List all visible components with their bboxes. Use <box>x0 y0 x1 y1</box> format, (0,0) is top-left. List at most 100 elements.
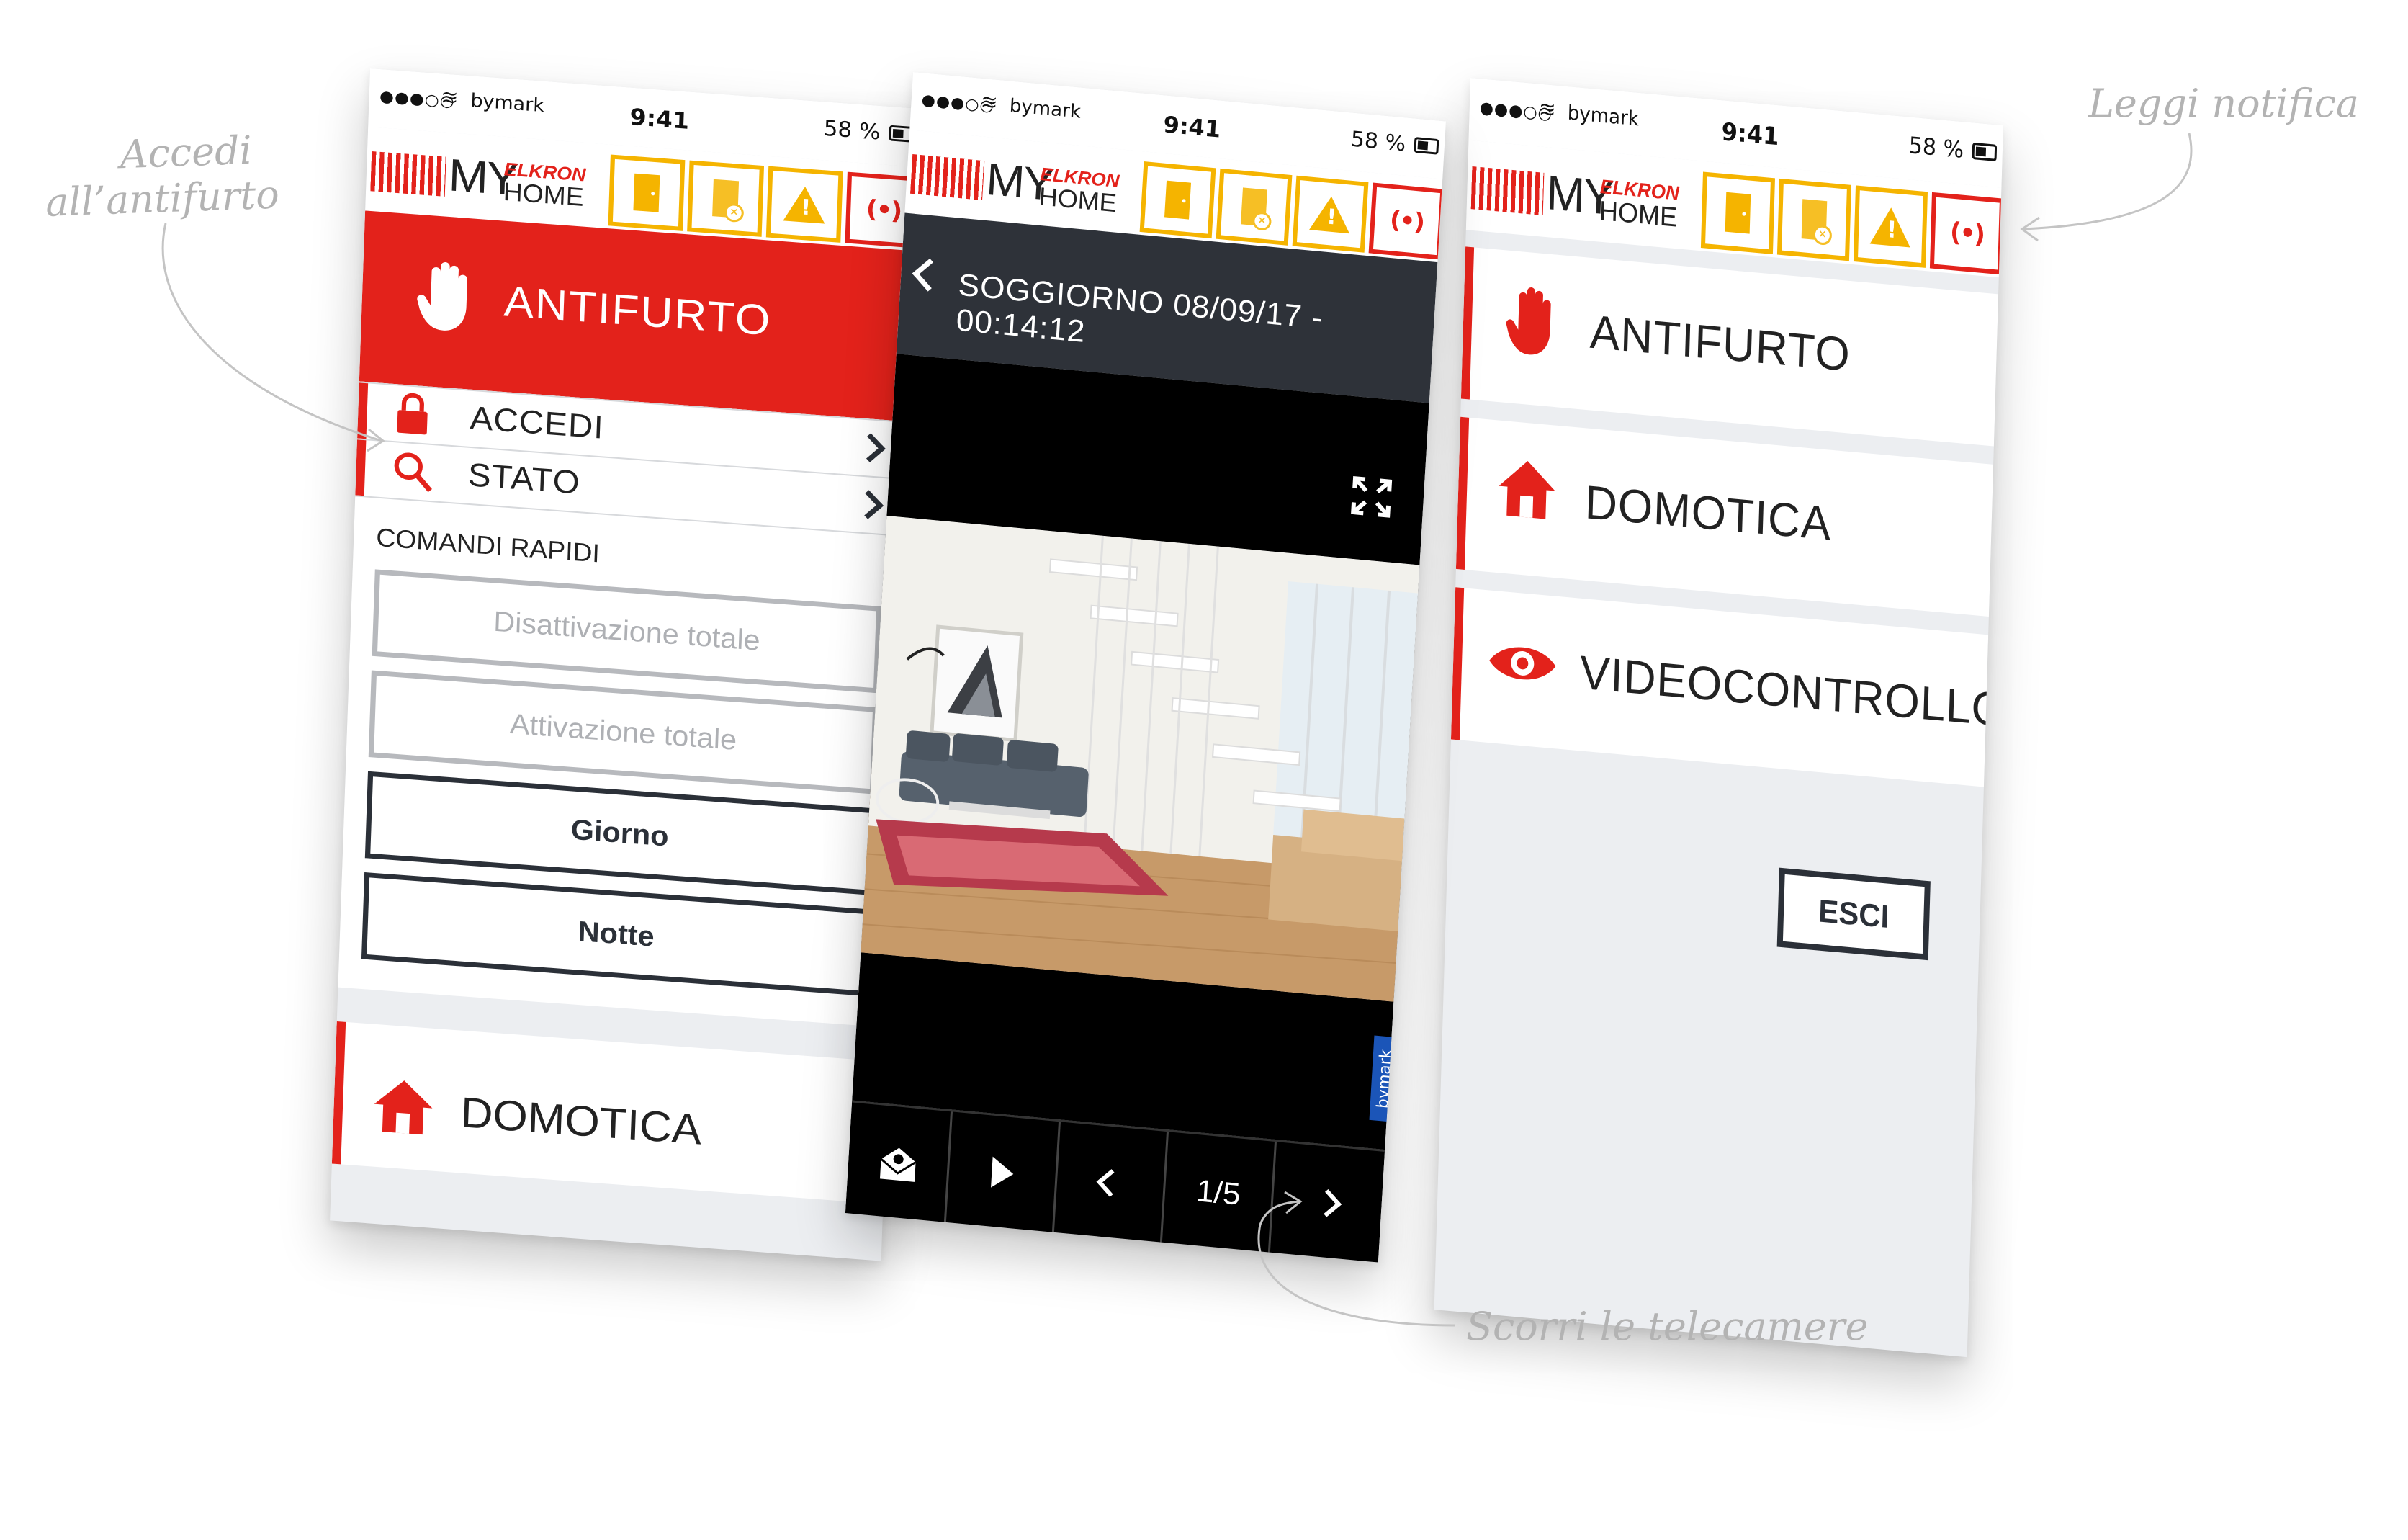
search-icon <box>394 452 433 493</box>
annotation-accedi: Accedi all’antifurto <box>45 127 280 225</box>
door-open-icon <box>1164 180 1192 220</box>
chevron-left-icon <box>1096 1169 1125 1197</box>
domotica-row[interactable]: DOMOTICA <box>331 1021 858 1202</box>
carrier-name: bymark <box>470 90 545 117</box>
back-chevron-icon[interactable] <box>912 258 946 292</box>
logo-home: HOME <box>1599 194 1678 233</box>
row-accent <box>356 382 369 441</box>
row-accent <box>1455 416 1470 570</box>
wifi-icon: ≋ <box>1538 96 1556 123</box>
wifi-icon: ≋ <box>980 89 999 115</box>
chevron-right-icon <box>855 433 886 462</box>
row-accent <box>355 439 367 498</box>
annotation-leggi-notifica: Leggi notifica <box>2088 81 2360 126</box>
disattivazione-totale-button[interactable]: Disattivazione totale <box>372 569 882 694</box>
play-button[interactable] <box>945 1111 1061 1235</box>
next-camera-button[interactable] <box>1270 1142 1385 1262</box>
camera-title: SOGGIORNO 08/09/17 - 00:14:12 <box>955 267 1324 349</box>
door-open-icon <box>633 173 660 212</box>
phone-video-screen: ●●●○○ ≋ bymark 9:41 58 % MY ELKRON HOME … <box>845 72 1446 1263</box>
warning-button[interactable] <box>1853 185 1928 268</box>
siren-alarm-button[interactable]: (•) <box>1929 192 2003 275</box>
camera-counter-text: 1/5 <box>1195 1173 1241 1212</box>
annotation-accedi-line1: Accedi <box>119 127 253 178</box>
menu-label-domotica: DOMOTICA <box>1584 476 1833 551</box>
door-excluded-icon: × <box>1241 187 1272 231</box>
lock-icon <box>397 393 428 435</box>
menu-item-antifurto[interactable]: ANTIFURTO <box>1460 246 1999 447</box>
carrier-name: bymark <box>1009 95 1082 123</box>
menu-item-videocontrollo[interactable]: VIDEOCONTROLLO <box>1450 587 2003 787</box>
logo-bars-icon <box>370 151 446 197</box>
battery-percent: 58 % <box>823 116 881 146</box>
warning-icon <box>1309 194 1352 234</box>
domotica-label: DOMOTICA <box>459 1088 703 1154</box>
door-open-button[interactable] <box>608 154 686 231</box>
home-icon <box>374 1080 433 1135</box>
fullscreen-icon[interactable] <box>1350 475 1393 519</box>
home-icon <box>1499 461 1555 519</box>
logo-home: HOME <box>1038 181 1118 218</box>
siren-alarm-button[interactable]: (•) <box>1368 182 1445 260</box>
stato-label: STATO <box>467 455 581 501</box>
door-excluded-icon: × <box>712 179 745 223</box>
door-excluded-icon: × <box>1801 199 1833 246</box>
door-excluded-button[interactable]: × <box>687 160 765 237</box>
door-open-button[interactable] <box>1700 171 1776 254</box>
annotation-scorri-telecamere: Scorri le telecamere <box>1466 1304 1869 1349</box>
carrier-name: bymark <box>1567 102 1640 131</box>
logo-bars-icon <box>1470 166 1545 216</box>
video-player[interactable] <box>852 354 1429 1150</box>
myhome-logo[interactable]: MY ELKRON HOME <box>909 146 1122 221</box>
hand-stop-icon <box>1506 287 1551 355</box>
menu-label-antifurto: ANTIFURTO <box>1589 305 1851 382</box>
myhome-logo[interactable]: MY ELKRON HOME <box>370 143 588 215</box>
quick-commands-title: COMANDI RAPIDI <box>375 522 601 568</box>
battery-percent: 58 % <box>1349 127 1407 157</box>
menu-label-videocontrollo: VIDEOCONTROLLO <box>1579 646 2003 738</box>
warning-icon <box>1869 205 1912 248</box>
clock: 9:41 <box>1721 117 1779 151</box>
door-open-icon <box>1725 192 1751 234</box>
row-accent <box>1450 587 1465 740</box>
esci-button[interactable]: ESCI <box>1776 867 1931 961</box>
accedi-label: ACCEDI <box>469 398 605 446</box>
siren-alarm-icon: (•) <box>866 194 902 226</box>
camera-frame-image <box>861 516 1420 1002</box>
door-open-button[interactable] <box>1139 161 1216 239</box>
eye-icon <box>1489 647 1556 680</box>
giorno-button[interactable]: Giorno <box>364 771 875 895</box>
antifurto-title: ANTIFURTO <box>503 277 773 345</box>
phone-home-menu-screen: ●●●○○ ≋ bymark 9:41 58 % MY ELKRON HOME … <box>1434 78 2003 1358</box>
play-icon <box>990 1156 1015 1190</box>
previous-camera-button[interactable] <box>1054 1122 1169 1245</box>
door-excluded-button[interactable]: × <box>1216 168 1293 246</box>
bymark-watermark: bymark <box>1369 1035 1401 1123</box>
battery-icon <box>1414 137 1439 155</box>
row-accent <box>331 1021 346 1165</box>
warning-button[interactable] <box>765 166 843 243</box>
snapshot-mail-button[interactable] <box>845 1102 953 1225</box>
battery-icon <box>1972 142 1998 162</box>
siren-alarm-icon: (•) <box>1388 205 1425 237</box>
hand-stop-icon <box>417 261 467 331</box>
logo-home: HOME <box>503 176 585 212</box>
clock: 9:41 <box>1162 110 1222 143</box>
siren-alarm-icon: (•) <box>1949 216 1985 251</box>
phone-antifurto-screen: ●●●○○ ≋ bymark 9:41 58 % MY ELKRON HOME … <box>330 68 922 1261</box>
clock: 9:41 <box>629 103 690 135</box>
menu-item-domotica[interactable]: DOMOTICA <box>1455 416 1994 617</box>
attivazione-totale-button[interactable]: Attivazione totale <box>368 670 879 794</box>
door-excluded-button[interactable]: × <box>1776 178 1852 261</box>
snapshot-mail-icon <box>879 1147 916 1182</box>
quick-commands-panel: COMANDI RAPIDI Disattivazione totale Att… <box>338 495 907 1028</box>
myhome-logo[interactable]: MY ELKRON HOME <box>1470 157 1681 236</box>
warning-button[interactable] <box>1292 175 1369 253</box>
warning-icon <box>783 184 827 224</box>
annotation-accedi-line2: all’antifurto <box>45 171 280 225</box>
chevron-right-icon <box>1313 1188 1342 1217</box>
notte-button[interactable]: Notte <box>361 872 871 997</box>
camera-counter: 1/5 <box>1162 1132 1277 1255</box>
battery-percent: 58 % <box>1908 132 1964 164</box>
chevron-right-icon <box>853 490 884 519</box>
